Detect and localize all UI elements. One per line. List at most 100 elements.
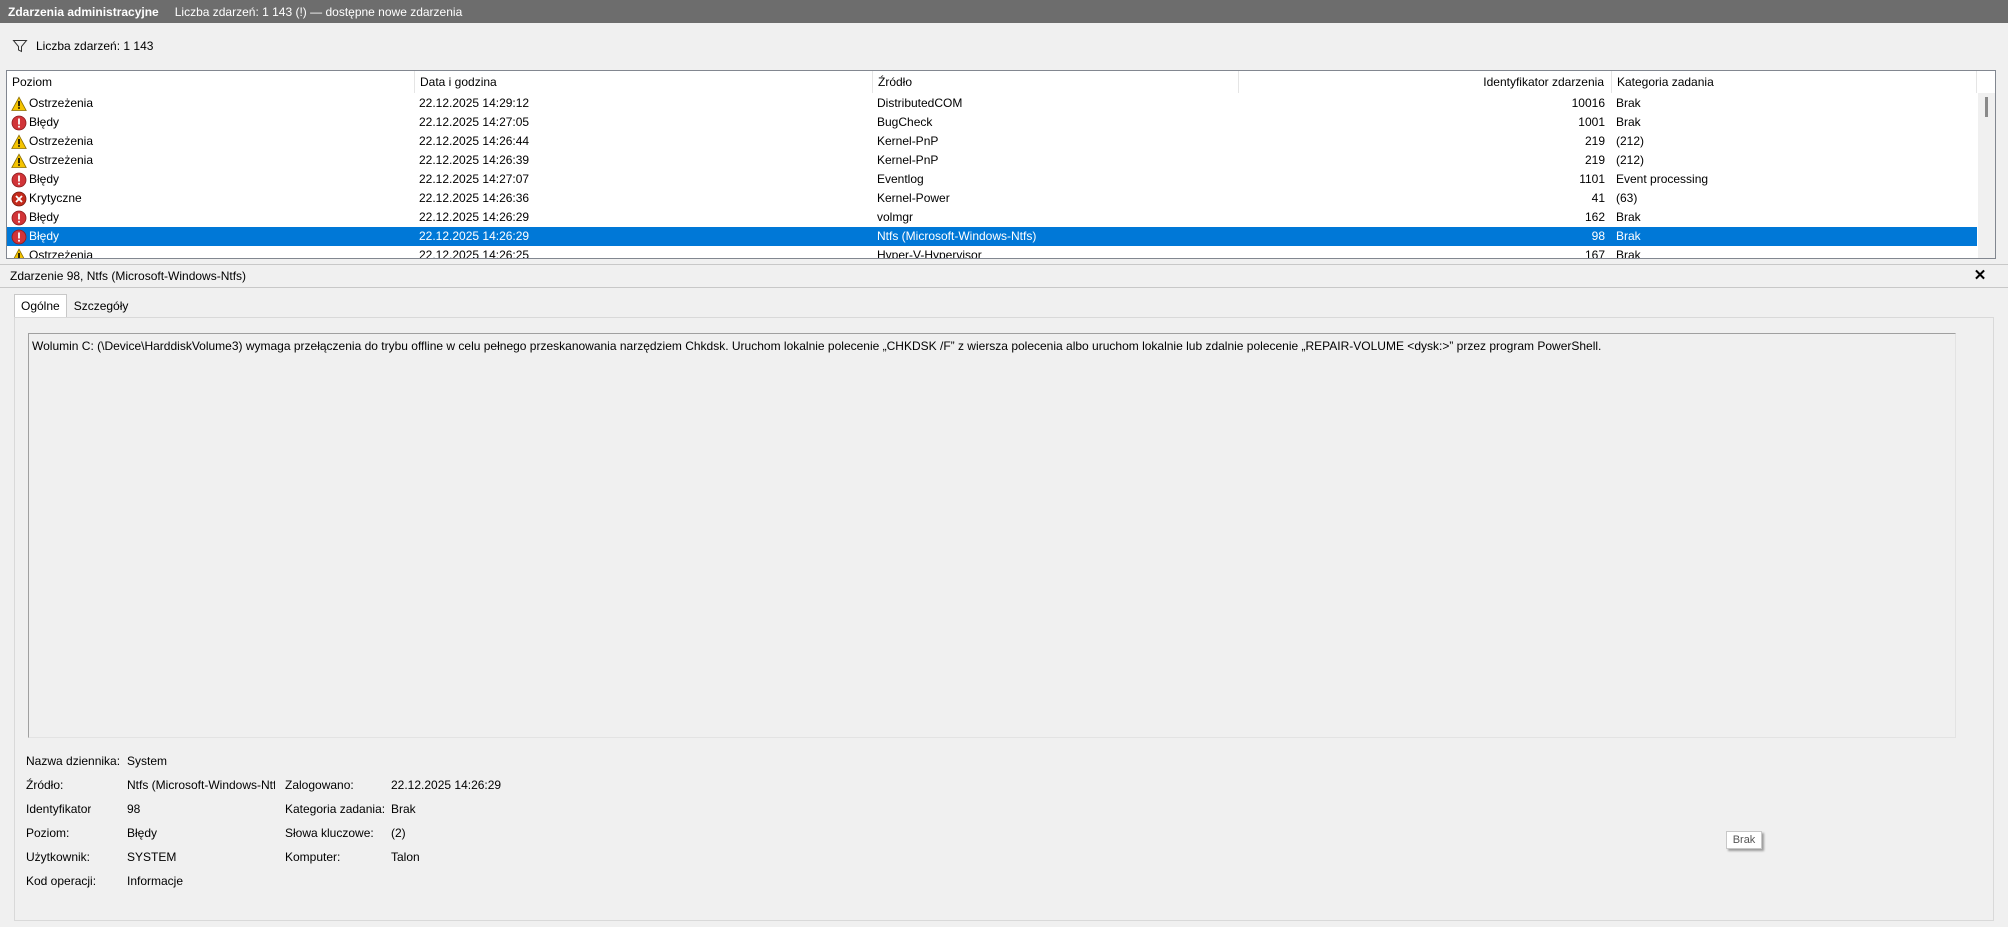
events-table: Poziom Data i godzina Źródło Identyfikat… <box>6 70 1996 259</box>
cell-task-category: Brak <box>1616 248 1641 259</box>
table-row[interactable]: Błędy 22.12.2025 14:27:07 Eventlog 1101 Even… <box>7 170 1977 189</box>
vertical-scrollbar[interactable] <box>1978 93 1995 258</box>
keywords-value[interactable]: (2) <box>391 825 406 841</box>
table-row[interactable]: Ostrzeżenia 22.12.2025 14:26:39 Kernel-PnP… <box>7 151 1977 170</box>
table-row[interactable]: Błędy 22.12.2025 14:27:05 BugCheck 1001 Brak <box>7 113 1977 132</box>
cell-source: volmgr <box>877 210 914 224</box>
log-name-value[interactable]: System <box>127 753 277 769</box>
cell-task-category: Brak <box>1616 229 1641 243</box>
cell-event-id: 1001 <box>1578 115 1605 129</box>
cell-event-id: 10016 <box>1571 96 1605 110</box>
column-header-level[interactable]: Poziom <box>7 71 415 93</box>
warning-icon <box>11 152 27 169</box>
cell-level: Ostrzeżenia <box>7 151 415 170</box>
cell-event-id: 162 <box>1584 210 1605 224</box>
column-header-task-category[interactable]: Kategoria zadania <box>1612 71 1977 93</box>
table-row[interactable]: Błędy 22.12.2025 14:26:29 Ntfs (Microsoft-… <box>7 227 1977 246</box>
error-icon <box>11 172 27 188</box>
id-value[interactable]: 98 <box>127 801 140 817</box>
column-header-datetime[interactable]: Data i godzina <box>415 71 873 93</box>
cell-datetime: 22.12.2025 14:26:44 <box>419 134 530 148</box>
cell-datetime: 22.12.2025 14:26:39 <box>419 153 530 167</box>
critical-icon <box>11 191 27 207</box>
level-text: Błędy <box>29 210 60 224</box>
error-icon <box>11 229 27 245</box>
level-text: Błędy <box>29 172 60 186</box>
source-label: Źródło: <box>26 778 64 792</box>
cell-source: Ntfs (Microsoft-Windows-Ntfs) <box>877 229 1037 243</box>
close-icon[interactable]: ✕ <box>1972 268 1988 284</box>
opcode-label: Kod operacji: <box>26 874 97 888</box>
filter-icon[interactable] <box>12 38 28 54</box>
cell-datetime: 22.12.2025 14:27:07 <box>419 172 530 186</box>
level-label: Poziom: <box>26 826 70 840</box>
view-status[interactable]: Liczba zdarzeń: 1 143 (!) — dostępne now… <box>175 5 463 19</box>
cell-source: Kernel-Power <box>877 191 950 205</box>
cell-task-category: Brak <box>1616 210 1641 224</box>
level-value[interactable]: Błędy <box>127 825 157 841</box>
level-text: Ostrzeżenia <box>29 134 94 148</box>
detail-tabs: Ogólne Szczegóły <box>14 294 135 318</box>
error-icon <box>11 115 27 131</box>
tooltip: Brak <box>1726 831 1762 849</box>
computer-label: Komputer: <box>285 850 341 864</box>
cell-event-id: 1101 <box>1579 172 1605 186</box>
cell-source: Eventlog <box>877 172 924 186</box>
id-label: Identyfikator <box>26 802 92 816</box>
tab-general[interactable]: Ogólne <box>14 294 67 318</box>
opcode-value[interactable]: Informacje <box>127 873 183 889</box>
task-category-label: Kategoria zadania: <box>285 802 386 816</box>
cell-level: Ostrzeżenia <box>7 246 415 259</box>
table-row[interactable]: Ostrzeżenia 22.12.2025 14:26:25 Hyper-V-Hy… <box>7 246 1977 259</box>
scrollbar-thumb[interactable] <box>1985 97 1988 117</box>
titlebar: Zdarzenia administracyjne Liczba zdarzeń… <box>0 0 2008 23</box>
tab-details[interactable]: Szczegóły <box>67 294 136 318</box>
cell-task-category: (212) <box>1616 134 1645 148</box>
log-name-label: Nazwa dziennika: <box>26 754 121 768</box>
source-value[interactable]: Ntfs (Microsoft-Windows-Ntfs) <box>127 777 275 793</box>
error-icon <box>11 210 27 226</box>
cell-datetime: 22.12.2025 14:26:36 <box>419 191 530 205</box>
task-category-value[interactable]: Brak <box>391 801 416 817</box>
cell-task-category: (212) <box>1616 153 1645 167</box>
event-message[interactable]: Wolumin C: (\Device\HarddiskVolume3) wym… <box>28 333 1956 738</box>
cell-source: BugCheck <box>877 115 933 129</box>
cell-event-id: 98 <box>1591 229 1605 243</box>
cell-event-id: 41 <box>1591 191 1605 205</box>
table-row[interactable]: Krytyczne 22.12.2025 14:26:36 Kernel-Power… <box>7 189 1977 208</box>
warning-icon <box>11 247 27 258</box>
column-header-source[interactable]: Źródło <box>873 71 1239 93</box>
table-row[interactable]: Ostrzeżenia 22.12.2025 14:29:12 Distribute… <box>7 94 1977 113</box>
cell-level: Błędy <box>7 208 415 227</box>
table-row[interactable]: Błędy 22.12.2025 14:26:29 volmgr 162 Brak <box>7 208 1977 227</box>
user-value[interactable]: SYSTEM <box>127 849 176 865</box>
cell-event-id: 167 <box>1584 248 1605 259</box>
event-detail-title: Zdarzenie 98, Ntfs (Microsoft-Windows-Nt… <box>10 269 247 283</box>
logged-value[interactable]: 22.12.2025 14:26:29 <box>391 777 501 793</box>
cell-task-category: Brak <box>1616 96 1641 110</box>
cell-level: Błędy <box>7 227 415 246</box>
cell-event-id: 219 <box>1584 153 1605 167</box>
level-text: Ostrzeżenia <box>29 96 94 110</box>
cell-datetime: 22.12.2025 14:26:29 <box>419 229 530 243</box>
cell-source: Kernel-PnP <box>877 153 939 167</box>
level-text: Błędy <box>29 115 60 129</box>
warning-icon <box>11 133 27 150</box>
cell-datetime: 22.12.2025 14:26:25 <box>419 248 530 259</box>
table-body: Ostrzeżenia 22.12.2025 14:29:12 Distribute… <box>7 94 1977 259</box>
view-title: Zdarzenia administracyjne <box>8 4 159 19</box>
table-row[interactable]: Ostrzeżenia 22.12.2025 14:26:44 Kernel-PnP… <box>7 132 1977 151</box>
cell-datetime: 22.12.2025 14:27:05 <box>419 115 530 129</box>
level-text: Ostrzeżenia <box>29 153 94 167</box>
cell-task-category: Brak <box>1616 115 1641 129</box>
cell-source: DistributedCOM <box>877 96 963 110</box>
event-count: Liczba zdarzeń: 1 143 <box>36 39 154 53</box>
filter-bar: Liczba zdarzeń: 1 143 <box>0 23 2008 69</box>
level-text: Ostrzeżenia <box>29 248 94 259</box>
cell-task-category: (63) <box>1616 191 1638 205</box>
keywords-label: Słowa kluczowe: <box>285 826 374 840</box>
column-header-event-id[interactable]: Identyfikator zdarzenia <box>1239 71 1612 93</box>
cell-datetime: 22.12.2025 14:29:12 <box>419 96 530 110</box>
table-header: Poziom Data i godzina Źródło Identyfikat… <box>7 71 1995 93</box>
computer-value[interactable]: Talon <box>391 849 420 865</box>
